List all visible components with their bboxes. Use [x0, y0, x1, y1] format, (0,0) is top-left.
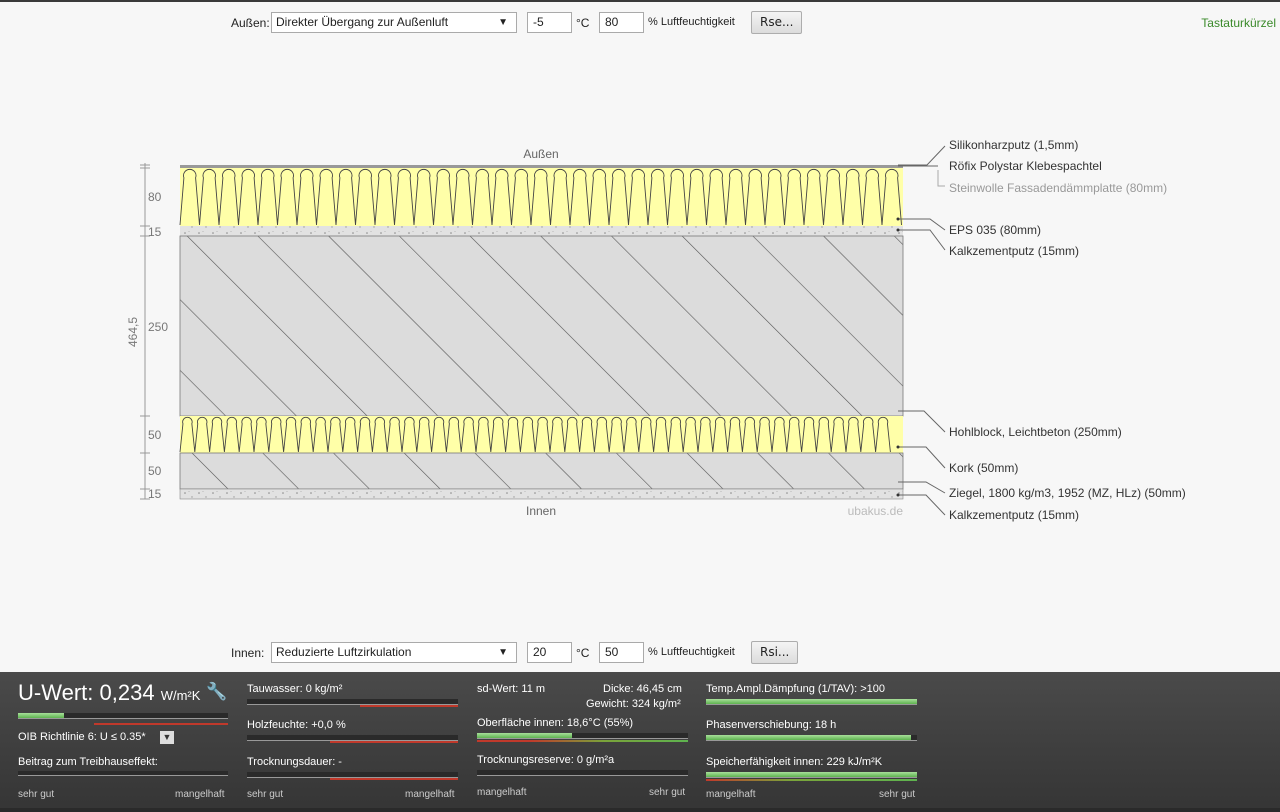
- layer-label[interactable]: Kalkzementputz (15mm): [949, 244, 1079, 258]
- layer-kalkzementputz-inner: [179, 488, 904, 500]
- tauwasser-redline: [360, 705, 458, 707]
- layer-label[interactable]: Steinwolle Fassadendämmplatte (80mm): [949, 181, 1167, 195]
- scale-left-label: sehr gut: [18, 789, 55, 800]
- tav-bar: [706, 699, 917, 705]
- speicher-scale-line: [706, 779, 917, 781]
- inside-temp-unit: °C: [576, 646, 590, 660]
- layer-hohlblock: [179, 235, 904, 417]
- oberflaeche-scale-line: [477, 740, 688, 742]
- trocknungsdauer-redline: [330, 778, 458, 780]
- phase-bar: [706, 735, 917, 741]
- greenhouse-bar: [18, 771, 228, 776]
- oib-requirement: OIB Richtlinie 6: U ≤ 0.35*: [18, 731, 146, 743]
- expand-toggle-icon[interactable]: ▼: [160, 731, 174, 744]
- oberflaeche-bar-fill: [477, 733, 572, 738]
- outside-label: Außen:: [231, 16, 270, 30]
- sd-value: sd-Wert: 11 m: [477, 683, 546, 695]
- u-value-label: U-Wert:: [18, 680, 94, 705]
- layer-label[interactable]: EPS 035 (80mm): [949, 223, 1041, 237]
- phase-value: Phasenverschiebung: 18 h: [706, 719, 837, 731]
- inside-condition-select[interactable]: Reduzierte Luftzirkulation ▼: [271, 642, 517, 663]
- outside-temp-unit: °C: [576, 16, 590, 30]
- total-thickness-label: 464,5: [126, 317, 140, 347]
- wrench-icon[interactable]: 🔧: [206, 682, 227, 702]
- inside-condition-value: Reduzierte Luftzirkulation: [276, 645, 412, 659]
- results-panel: U-Wert: 0,234 W/m²K 🔧 OIB Richtlinie 6: …: [0, 672, 1280, 812]
- outside-condition-select[interactable]: Direkter Übergang zur Außenluft ▼: [271, 12, 517, 33]
- inside-label: Innen:: [231, 646, 265, 660]
- inside-humidity-input[interactable]: 50: [599, 642, 644, 663]
- holzfeuchte-value: Holzfeuchte: +0,0 %: [247, 719, 346, 731]
- scale-right-label: sehr gut: [879, 789, 916, 800]
- u-value-unit: W/m²K: [160, 688, 201, 703]
- inside-temperature-input[interactable]: 20: [527, 642, 572, 663]
- outside-humidity-label: % Luftfeuchtigkeit: [648, 16, 735, 28]
- reserve-value: Trocknungsreserve: 0 g/m²a: [477, 754, 615, 766]
- u-value-bar-fill: [18, 713, 65, 718]
- speicher-bar-fill: [706, 772, 917, 777]
- rsi-button[interactable]: Rsi...: [751, 641, 799, 664]
- layer-kork: [179, 416, 903, 453]
- dropdown-arrow-icon: ▼: [498, 647, 508, 658]
- outside-temperature-input[interactable]: -5: [527, 12, 572, 33]
- u-value-limit-line: [94, 723, 228, 725]
- trocknungsdauer-value: Trocknungsdauer: -: [247, 756, 342, 768]
- layer-label[interactable]: Kalkzementputz (15mm): [949, 508, 1079, 522]
- outside-conditions: Außen: Direkter Übergang zur Außenluft ▼…: [0, 11, 1280, 35]
- holzfeuchte-redline: [330, 741, 458, 743]
- rse-button[interactable]: Rse...: [751, 11, 803, 34]
- reserve-bar: [477, 770, 688, 776]
- tav-value: Temp.Ampl.Dämpfung (1/TAV): >100: [706, 683, 886, 695]
- status-strip: [0, 808, 1280, 812]
- u-value-number: 0,234: [99, 680, 155, 705]
- layer-label[interactable]: Kork (50mm): [949, 461, 1018, 475]
- dim-label: 15: [148, 225, 162, 239]
- layer-ziegel: [179, 452, 904, 490]
- outside-condition-value: Direkter Übergang zur Außenluft: [276, 15, 449, 29]
- inside-conditions: Innen: Reduzierte Luftzirkulation ▼ 20 °…: [0, 641, 1280, 665]
- dim-label: 50: [148, 464, 162, 478]
- dim-label: 50: [148, 428, 162, 442]
- layer-label[interactable]: Ziegel, 1800 kg/m3, 1952 (MZ, HLz) (50mm…: [949, 486, 1186, 500]
- inside-side-label: Innen: [526, 504, 556, 518]
- scale-right-label: mangelhaft: [405, 789, 455, 800]
- tauwasser-value: Tauwasser: 0 kg/m²: [247, 683, 343, 695]
- layer-kalkzementputz-outer: [180, 226, 903, 236]
- inside-humidity-label: % Luftfeuchtigkeit: [648, 646, 735, 658]
- speicher-bar: [706, 772, 917, 778]
- outside-humidity-input[interactable]: 80: [599, 12, 644, 33]
- scale-left-label: mangelhaft: [477, 787, 527, 798]
- greenhouse-label: Beitrag zum Treibhauseffekt:: [18, 756, 158, 768]
- dicke-value: Dicke: 46,45 cm: [603, 683, 682, 695]
- u-value-display: U-Wert: 0,234 W/m²K: [18, 680, 200, 706]
- layer-label[interactable]: Röfix Polystar Klebespachtel: [949, 159, 1102, 173]
- shortcut-link[interactable]: Tastaturkürzel: [1201, 16, 1276, 30]
- layer-label[interactable]: Silikonharzputz (1,5mm): [949, 138, 1078, 152]
- scale-right-label: mangelhaft: [175, 789, 225, 800]
- gewicht-value: Gewicht: 324 kg/m²: [586, 698, 681, 710]
- wall-construction-diagram: Außen Innen ubakus.de 80 15 250 50 50 15…: [126, 138, 1186, 522]
- layer-silikonharzputz: [180, 165, 903, 168]
- phase-bar-fill: [706, 735, 911, 740]
- leader-lines: [898, 145, 946, 516]
- outside-side-label: Außen: [523, 147, 558, 161]
- watermark: ubakus.de: [848, 504, 904, 518]
- scale-right-label: sehr gut: [649, 787, 686, 798]
- tav-bar-fill: [706, 699, 917, 704]
- dim-label: 80: [148, 190, 162, 204]
- scale-left-label: mangelhaft: [706, 789, 756, 800]
- top-border: [0, 0, 1280, 2]
- dim-label: 15: [148, 487, 162, 501]
- u-value-bar: [18, 713, 228, 719]
- speicher-value: Speicherfähigkeit innen: 229 kJ/m²K: [706, 756, 883, 768]
- oberflaeche-bar: [477, 733, 688, 739]
- scale-left-label: sehr gut: [247, 789, 284, 800]
- dropdown-arrow-icon: ▼: [498, 17, 508, 28]
- layer-eps-insulation: [179, 168, 903, 226]
- layer-label[interactable]: Hohlblock, Leichtbeton (250mm): [949, 425, 1122, 439]
- oberflaeche-value: Oberfläche innen: 18,6°C (55%): [477, 717, 634, 729]
- dim-label: 250: [148, 320, 168, 334]
